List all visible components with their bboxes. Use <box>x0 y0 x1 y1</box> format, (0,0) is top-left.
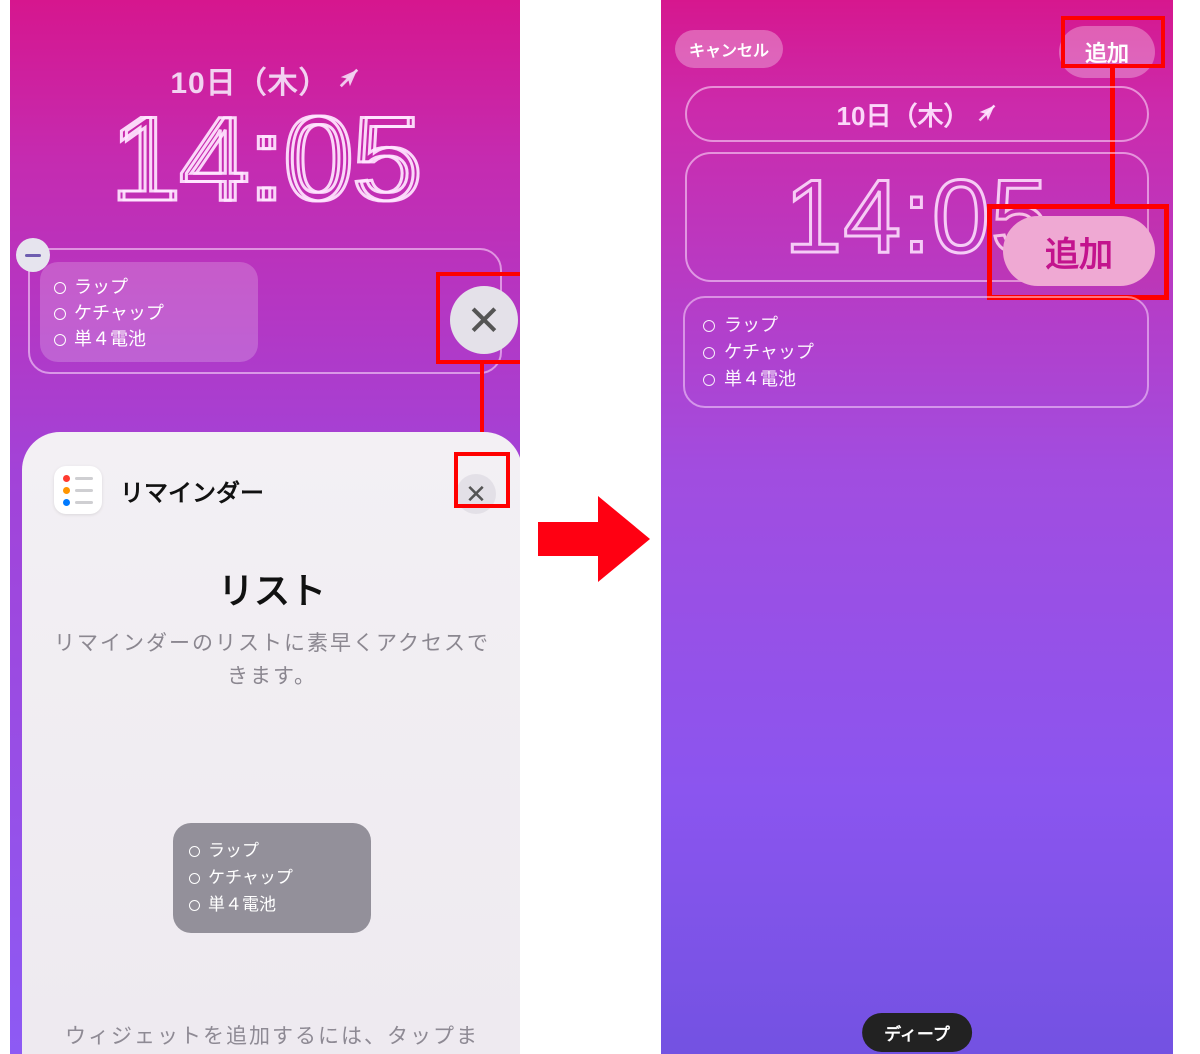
list-item: ケチャップ <box>54 300 244 326</box>
list-item: ラップ <box>189 837 355 864</box>
remove-widget-button[interactable] <box>16 238 50 272</box>
list-item: ラップ <box>703 312 1129 339</box>
color-filter-deep[interactable]: ディープ <box>862 1013 972 1052</box>
widget-gallery-sheet[interactable]: リマインダー ✕ リスト リマインダーのリストに素早くアクセスできます。 ラップ… <box>22 432 520 1054</box>
list-item: 単４電池 <box>189 891 355 918</box>
widget-subtitle: リマインダーのリストに素早くアクセスできます。 <box>54 628 490 693</box>
annotation-highlight <box>454 452 510 508</box>
date-text: 10日（木） <box>837 96 970 133</box>
annotation-highlight: ✕ <box>436 272 520 364</box>
location-off-icon <box>977 99 997 130</box>
sheet-app-name: リマインダー <box>120 473 264 508</box>
add-button-large-annotation: 追加 <box>1003 216 1155 286</box>
widget-preview[interactable]: ラップ ケチャップ 単４電池 <box>173 823 371 933</box>
list-item: ラップ <box>54 274 244 300</box>
reminders-widget[interactable]: ラップ ケチャップ 単４電池 <box>40 262 258 362</box>
list-item: 単４電池 <box>703 366 1129 393</box>
date-widget-slot[interactable]: 10日（木） <box>685 86 1149 142</box>
widget-instruction: ウィジェットを追加するには、タップまたはドラッグします。 <box>54 1021 490 1054</box>
close-icon: ✕ <box>466 296 501 345</box>
phone-right: キャンセル 追加 10日（木） 14:05 追加 ラップ ケチャップ 単４電池 … <box>661 0 1173 1054</box>
lock-time: 14:05 <box>10 90 520 228</box>
cancel-button[interactable]: キャンセル <box>675 30 783 68</box>
widget-slot-frame[interactable]: ラップ ケチャップ 単４電池 <box>28 248 502 374</box>
list-item: 単４電池 <box>54 326 244 352</box>
phone-left: 10日（木） 14:05 ラップ ケチャップ 単４電池 ✕ <box>10 0 520 1054</box>
reminders-widget[interactable]: ラップ ケチャップ 単４電池 <box>683 296 1149 408</box>
list-item: ケチャップ <box>189 864 355 891</box>
reminders-app-icon <box>54 466 102 514</box>
close-button-large[interactable]: ✕ <box>450 286 518 354</box>
list-item: ケチャップ <box>703 339 1129 366</box>
arrow-right-icon <box>534 484 654 599</box>
annotation-highlight <box>1061 16 1165 68</box>
widget-title: リスト <box>54 562 490 614</box>
